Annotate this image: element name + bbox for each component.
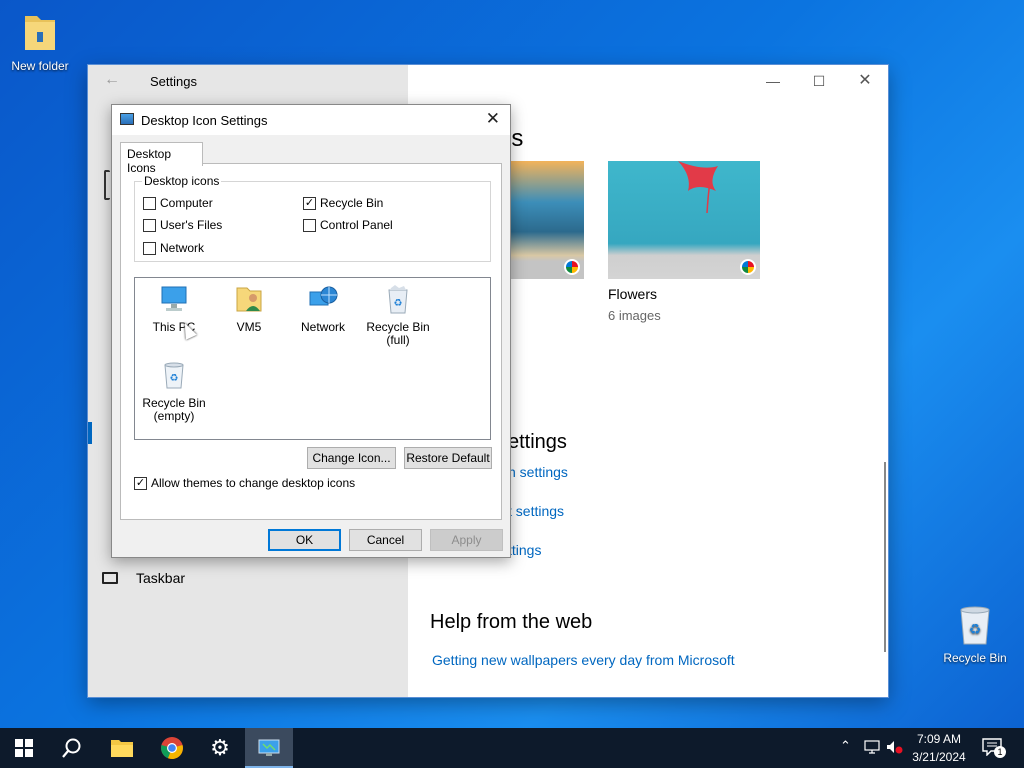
taskbar-icon — [102, 572, 118, 584]
checkbox-computer[interactable]: Computer — [143, 196, 213, 210]
checkmark-icon[interactable]: ✓ — [134, 476, 147, 490]
desktop-icon-label: New folder — [11, 59, 69, 73]
dialog-close-icon[interactable]: ✕ — [486, 109, 500, 129]
checkbox-allow-themes[interactable]: ✓ Allow themes to change desktop icons — [134, 476, 355, 490]
related-settings-heading: ettings — [508, 431, 567, 453]
volume-muted-icon[interactable] — [886, 740, 904, 754]
icon-item-recycle-bin-empty[interactable]: ♻ Recycle Bin (empty) — [135, 360, 213, 423]
checkbox-users-files[interactable]: User's Files — [143, 218, 222, 232]
dialog-app-icon — [120, 113, 134, 125]
active-indicator — [88, 422, 92, 444]
checkbox-label: Computer — [160, 196, 213, 210]
desktop-icon-settings-dialog: Desktop Icon Settings ✕ Desktop Icons De… — [111, 104, 511, 558]
icon-item-recycle-bin-full[interactable]: ♻ Recycle Bin (full) — [359, 284, 437, 347]
taskbar-settings[interactable]: ⚙ — [196, 728, 244, 768]
icon-list: This PC VM5 Network ♻ Recycle Bin (full)… — [134, 277, 491, 440]
svg-text:♻: ♻ — [394, 298, 403, 309]
desktop-icon-label: Recycle Bin — [943, 651, 1007, 665]
help-heading: Help from the web — [430, 611, 593, 633]
recycle-bin-full-icon: ♻ — [388, 285, 408, 314]
checkbox-label: Allow themes to change desktop icons — [151, 476, 356, 490]
network-icon[interactable] — [864, 740, 880, 754]
taskbar-desktop-icon-settings[interactable] — [245, 728, 293, 768]
desktop-icon-new-folder[interactable]: New folder — [0, 10, 80, 73]
chevron-up-icon[interactable]: ⌃ — [840, 738, 851, 754]
icon-label: This PC — [152, 320, 196, 334]
checkbox-box[interactable] — [143, 218, 156, 232]
help-link[interactable]: Getting new wallpapers every day from Mi… — [432, 652, 735, 668]
checkbox-label: Network — [160, 241, 205, 255]
chrome-icon — [161, 737, 183, 760]
checkbox-network[interactable]: Network — [143, 241, 204, 255]
change-icon-button[interactable]: Change Icon... — [307, 447, 396, 469]
tab-panel: Desktop icons Computer ✓ Recycle Bin Use… — [120, 163, 502, 520]
scrollbar[interactable] — [884, 462, 886, 652]
desktop-icon-settings-icon — [258, 739, 280, 756]
taskbar-chrome[interactable] — [148, 728, 196, 768]
svg-text:♻: ♻ — [170, 373, 179, 384]
apply-button[interactable]: Apply — [430, 529, 503, 551]
related-link-1[interactable]: n settings — [508, 464, 568, 480]
desktop-icons-group: Desktop icons Computer ✓ Recycle Bin Use… — [134, 174, 491, 262]
checkbox-label: Control Panel — [320, 218, 393, 232]
icon-label: Recycle Bin (full) — [366, 320, 430, 347]
dialog-titlebar: Desktop Icon Settings ✕ — [112, 105, 510, 135]
clock-date[interactable]: 3/21/2024 — [908, 750, 970, 764]
checkbox-recycle-bin[interactable]: ✓ Recycle Bin — [303, 196, 383, 210]
start-button[interactable] — [0, 728, 48, 768]
recycle-bin-icon: ♻ — [960, 606, 990, 645]
search-box-fragment — [104, 170, 110, 200]
notification-center-button[interactable]: 1 — [982, 738, 1008, 760]
file-explorer-icon — [111, 740, 133, 757]
window-title: Settings — [150, 74, 197, 89]
notification-count-badge: 1 — [994, 746, 1006, 758]
back-arrow-icon[interactable]: ← — [104, 71, 120, 89]
svg-text:♻: ♻ — [969, 622, 982, 638]
sidebar-item-taskbar[interactable]: Taskbar — [102, 570, 185, 586]
restore-default-button[interactable]: Restore Default — [404, 447, 492, 469]
monitor-icon — [161, 286, 187, 311]
taskbar-file-explorer[interactable] — [98, 728, 146, 768]
icon-label: Recycle Bin (empty) — [142, 396, 206, 423]
checkbox-label: User's Files — [160, 218, 223, 232]
checkmark-icon[interactable]: ✓ — [303, 196, 316, 210]
theme-image-count: 6 images — [608, 308, 661, 323]
related-link-3[interactable]: ttings — [508, 542, 541, 558]
color-palette-icon — [740, 259, 756, 275]
cancel-button[interactable]: Cancel — [349, 529, 422, 551]
network-globe-icon — [309, 286, 338, 306]
recycle-bin-empty-icon: ♻ — [164, 362, 184, 389]
icon-label: Network — [300, 320, 345, 334]
theme-thumbnail-flowers[interactable] — [608, 161, 760, 279]
color-palette-icon — [564, 259, 580, 275]
theme-thumbnail-1[interactable] — [508, 161, 584, 279]
icon-label: VM5 — [236, 320, 262, 334]
group-label: Desktop icons — [142, 174, 222, 188]
icon-item-vm5[interactable]: VM5 — [210, 284, 288, 334]
clock-time[interactable]: 7:09 AM — [908, 732, 970, 746]
start-icon — [15, 739, 33, 757]
tab-desktop-icons[interactable]: Desktop Icons — [120, 142, 203, 175]
icon-item-this-pc[interactable]: This PC — [135, 284, 213, 334]
checkbox-label: Recycle Bin — [320, 196, 384, 210]
ok-button[interactable]: OK — [268, 529, 341, 551]
checkbox-box[interactable] — [143, 241, 156, 255]
user-folder-icon — [236, 287, 262, 312]
flower-image — [678, 161, 718, 214]
dialog-title: Desktop Icon Settings — [141, 113, 268, 128]
folder-icon — [25, 16, 55, 50]
search-icon — [62, 738, 81, 758]
checkbox-control-panel[interactable]: Control Panel — [303, 218, 393, 232]
taskbar: ⚙ ⌃ 7:09 AM 3/21/2024 1 — [0, 728, 1024, 768]
settings-gear-icon: ⚙ — [210, 735, 230, 761]
related-link-2[interactable]: t settings — [508, 503, 564, 519]
checkbox-box[interactable] — [303, 218, 316, 232]
desktop-icon-recycle-bin[interactable]: ♻ Recycle Bin — [935, 602, 1015, 665]
checkbox-box[interactable] — [143, 196, 156, 210]
sidebar-item-label: Taskbar — [136, 570, 186, 586]
theme-name: Flowers — [608, 286, 658, 302]
icon-item-network[interactable]: Network — [284, 284, 362, 334]
search-button[interactable] — [48, 728, 96, 768]
